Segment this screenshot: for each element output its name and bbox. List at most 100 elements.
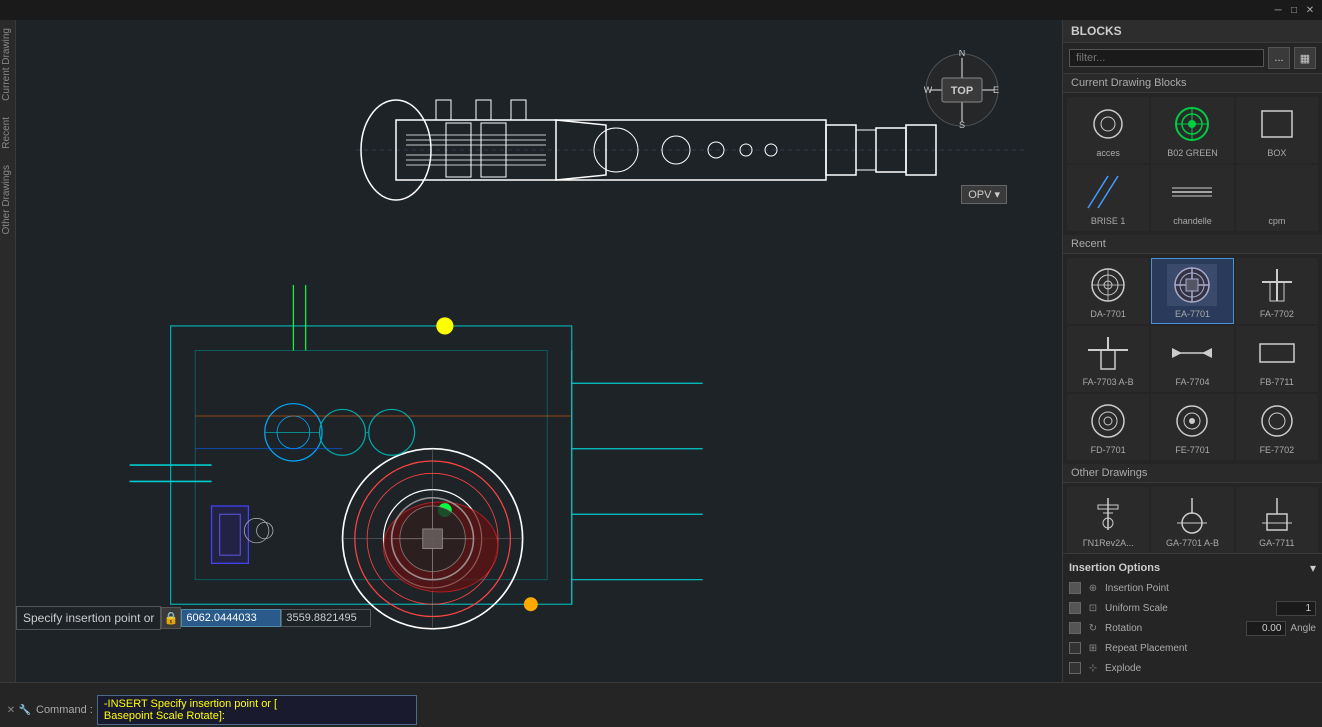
left-side-tabs: Current Drawing Recent Other Drawings <box>0 20 16 682</box>
svg-text:S: S <box>959 120 965 130</box>
block-fa7704-thumbnail <box>1166 331 1218 375</box>
tab-current-drawing[interactable]: Current Drawing <box>0 20 15 109</box>
coord-x-input[interactable] <box>181 609 281 627</box>
repeat-placement-icon: ⊞ <box>1085 640 1101 656</box>
block-acces[interactable]: acces <box>1067 97 1149 163</box>
rotation-checkbox[interactable] <box>1069 622 1081 634</box>
insertion-point-icon: ⊕ <box>1085 580 1101 596</box>
block-fd7701-label: FD-7701 <box>1091 445 1126 455</box>
insertion-options-chevron: ▾ <box>1310 561 1316 575</box>
view-settings-button[interactable]: ▦ <box>1294 47 1316 69</box>
block-ga7701ab-thumbnail <box>1166 492 1218 536</box>
block-brise1[interactable]: BRISE 1 <box>1067 165 1149 231</box>
block-fb7711[interactable]: FB-7711 <box>1236 326 1318 392</box>
rotation-label: Rotation <box>1105 623 1242 634</box>
block-cpm[interactable]: cpm <box>1236 165 1318 231</box>
block-ga7701ab-label: GA-7701 A-B <box>1166 538 1219 548</box>
uniform-scale-checkbox[interactable] <box>1069 602 1081 614</box>
block-fa7702[interactable]: FA-7702 <box>1236 258 1318 324</box>
block-gn1rev2a[interactable]: ГN1Rev2A... <box>1067 487 1149 553</box>
opv-button[interactable]: OPV ▾ <box>961 185 1007 204</box>
block-box-thumbnail <box>1251 102 1303 146</box>
coord-y-input[interactable] <box>281 609 371 627</box>
block-b02-green[interactable]: B02 GREEN <box>1151 97 1233 163</box>
canvas-area[interactable]: TOP N S E W OPV ▾ <box>16 20 1062 682</box>
repeat-placement-checkbox[interactable] <box>1069 642 1081 654</box>
block-brise1-thumbnail <box>1082 170 1134 214</box>
block-fa7704-label: FA-7704 <box>1175 377 1209 387</box>
rotation-value[interactable] <box>1246 621 1286 636</box>
filter-input[interactable] <box>1069 49 1264 67</box>
main-layout: Current Drawing Recent Other Drawings <box>0 20 1322 682</box>
command-line-row: ✕ 🔧 Command : -INSERT Specify insertion … <box>0 693 1322 727</box>
block-ga7711-label: GA-7711 <box>1259 538 1294 548</box>
command-label: Command : <box>36 704 93 716</box>
insertion-options-toggle[interactable]: Insertion Options ▾ <box>1069 558 1316 578</box>
repeat-placement-label: Repeat Placement <box>1105 643 1316 654</box>
tab-other-drawings[interactable]: Other Drawings <box>0 157 15 242</box>
uniform-scale-icon: ⊡ <box>1085 600 1101 616</box>
lock-icon[interactable]: 🔒 <box>161 607 181 629</box>
block-ga7711-thumbnail <box>1251 492 1303 536</box>
uniform-scale-value[interactable] <box>1276 601 1316 616</box>
insertion-point-row: ⊕ Insertion Point <box>1069 578 1316 598</box>
command-text-line2: Basepoint Scale Rotate]: <box>104 710 410 722</box>
plan-view[interactable] <box>16 285 1062 637</box>
more-options-button[interactable]: ... <box>1268 47 1290 69</box>
block-fa7702-thumbnail <box>1251 263 1303 307</box>
block-fe7702-thumbnail <box>1251 399 1303 443</box>
tab-recent[interactable]: Recent <box>0 109 15 157</box>
other-drawings-header: Other Drawings <box>1063 464 1322 483</box>
block-ga7711[interactable]: GA-7711 <box>1236 487 1318 553</box>
explode-label: Explode <box>1105 663 1316 674</box>
blocks-scroll-area[interactable]: Current Drawing Blocks acces <box>1063 74 1322 553</box>
recent-blocks: DA-7701 EA-7701 <box>1063 254 1322 464</box>
svg-text:E: E <box>993 85 999 95</box>
block-chandelle[interactable]: chandelle <box>1151 165 1233 231</box>
close-button[interactable]: ✕ <box>1302 2 1318 18</box>
block-ga7701ab[interactable]: GA-7701 A-B <box>1151 487 1233 553</box>
block-acces-thumbnail <box>1082 102 1134 146</box>
panel-toolbar: ... ▦ <box>1063 43 1322 74</box>
block-da7701[interactable]: DA-7701 <box>1067 258 1149 324</box>
block-ea7701-label: EA-7701 <box>1175 309 1210 319</box>
insertion-options: Insertion Options ▾ ⊕ Insertion Point ⊡ … <box>1063 553 1322 682</box>
insertion-point-label: Insertion Point <box>1105 583 1316 594</box>
block-box[interactable]: BOX <box>1236 97 1318 163</box>
command-text-box[interactable]: -INSERT Specify insertion point or [ Bas… <box>97 695 417 725</box>
uniform-scale-row: ⊡ Uniform Scale <box>1069 598 1316 618</box>
rotation-row: ↻ Rotation Angle <box>1069 618 1316 638</box>
svg-text:TOP: TOP <box>951 85 973 97</box>
svg-text:N: N <box>959 50 966 58</box>
block-fa7704[interactable]: FA-7704 <box>1151 326 1233 392</box>
specify-label: Specify insertion point or <box>16 606 161 630</box>
explode-row: ⊹ Explode <box>1069 658 1316 678</box>
block-fe7702[interactable]: FE-7702 <box>1236 394 1318 460</box>
title-bar: ─ □ ✕ <box>0 0 1322 20</box>
uniform-scale-label: Uniform Scale <box>1105 603 1272 614</box>
block-fe7701[interactable]: FE-7701 <box>1151 394 1233 460</box>
insertion-point-checkbox[interactable] <box>1069 582 1081 594</box>
block-gn1rev2a-label: ГN1Rev2A... <box>1083 538 1134 548</box>
block-da7701-label: DA-7701 <box>1090 309 1126 319</box>
current-drawing-header: Current Drawing Blocks <box>1063 74 1322 93</box>
block-ea7701-thumbnail <box>1166 263 1218 307</box>
block-fd7701[interactable]: FD-7701 <box>1067 394 1149 460</box>
command-area: Specify insertion point or 🔒 <box>16 604 1062 632</box>
block-cpm-label: cpm <box>1268 216 1285 226</box>
restore-button[interactable]: □ <box>1286 2 1302 18</box>
command-text-line1: -INSERT Specify insertion point or [ <box>104 698 410 710</box>
command-close-button[interactable]: ✕ <box>4 703 18 717</box>
block-b02green-label: B02 GREEN <box>1167 148 1218 158</box>
block-cpm-thumbnail <box>1251 170 1303 214</box>
block-chandelle-label: chandelle <box>1173 216 1212 226</box>
block-fe7701-label: FE-7701 <box>1175 445 1210 455</box>
block-fa7703ab[interactable]: FA-7703 A-B <box>1067 326 1149 392</box>
panel-title: BLOCKS <box>1063 20 1322 43</box>
block-ea7701[interactable]: EA-7701 <box>1151 258 1233 324</box>
block-acces-label: acces <box>1096 148 1120 158</box>
command-wrench-icon[interactable]: 🔧 <box>18 703 32 717</box>
minimize-button[interactable]: ─ <box>1270 2 1286 18</box>
angle-label: Angle <box>1290 623 1316 634</box>
explode-checkbox[interactable] <box>1069 662 1081 674</box>
